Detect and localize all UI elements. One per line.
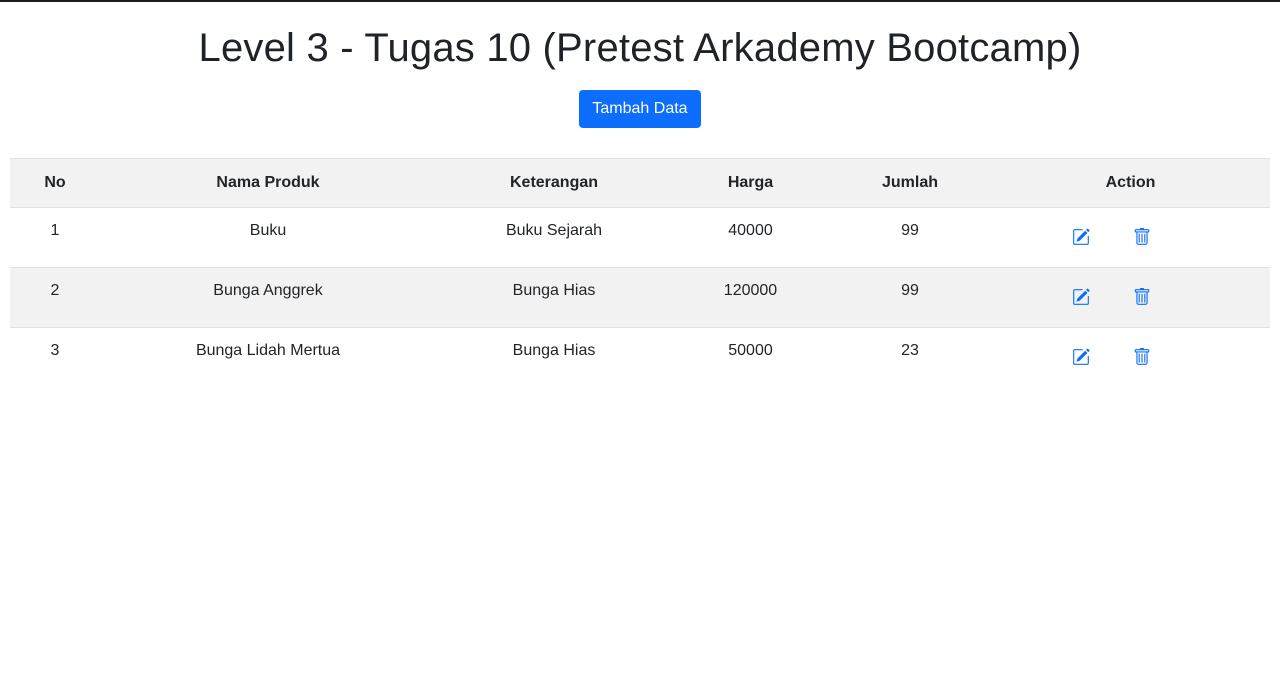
table-row: 2 Bunga Anggrek Bunga Hias 120000 99 [10,267,1270,328]
product-table: No Nama Produk Keterangan Harga Jumlah A… [10,158,1270,388]
edit-icon[interactable] [1072,348,1090,366]
header-action: Action [991,158,1270,208]
header-jumlah: Jumlah [829,158,991,208]
table-header-row: No Nama Produk Keterangan Harga Jumlah A… [10,158,1270,208]
cell-harga: 120000 [672,267,829,328]
cell-action [991,207,1270,268]
page: Level 3 - Tugas 10 (Pretest Arkademy Boo… [0,0,1280,700]
cell-keterangan: Bunga Hias [436,267,672,328]
cell-no: 3 [50,342,60,359]
header-nama-produk: Nama Produk [100,158,436,208]
header-keterangan: Keterangan [436,158,672,208]
cell-no: 2 [10,267,100,328]
cell-action [991,267,1270,328]
cell-harga: 50000 [728,342,773,359]
edit-icon[interactable] [1072,288,1090,306]
table-row: 1 Buku Buku Sejarah 40000 99 [10,207,1270,268]
table-row: 3 Bunga Lidah Mertua Bunga Hias 50000 23 [10,328,1270,388]
trash-icon[interactable] [1133,288,1151,306]
header-harga: Harga [672,158,829,208]
trash-icon[interactable] [1133,348,1151,366]
cell-harga: 40000 [672,207,829,268]
cell-action [991,328,1270,388]
cell-keterangan: Buku Sejarah [436,207,672,268]
cell-nama-produk: Bunga Lidah Mertua [195,342,341,359]
cell-jumlah: 99 [829,207,991,268]
page-title: Level 3 - Tugas 10 (Pretest Arkademy Boo… [198,26,1082,70]
cell-jumlah: 99 [829,267,991,328]
cell-keterangan: Bunga Hias [512,342,596,359]
trash-icon[interactable] [1133,228,1151,246]
add-button-wrap: Tambah Data [0,90,1280,128]
cell-nama-produk: Bunga Anggrek [100,267,436,328]
edit-icon[interactable] [1072,228,1090,246]
add-data-button[interactable]: Tambah Data [579,90,701,128]
product-table-wrap: No Nama Produk Keterangan Harga Jumlah A… [10,158,1270,388]
cell-nama-produk: Buku [100,207,436,268]
header-no: No [10,158,100,208]
cell-no: 1 [10,207,100,268]
cell-jumlah: 23 [901,342,919,359]
